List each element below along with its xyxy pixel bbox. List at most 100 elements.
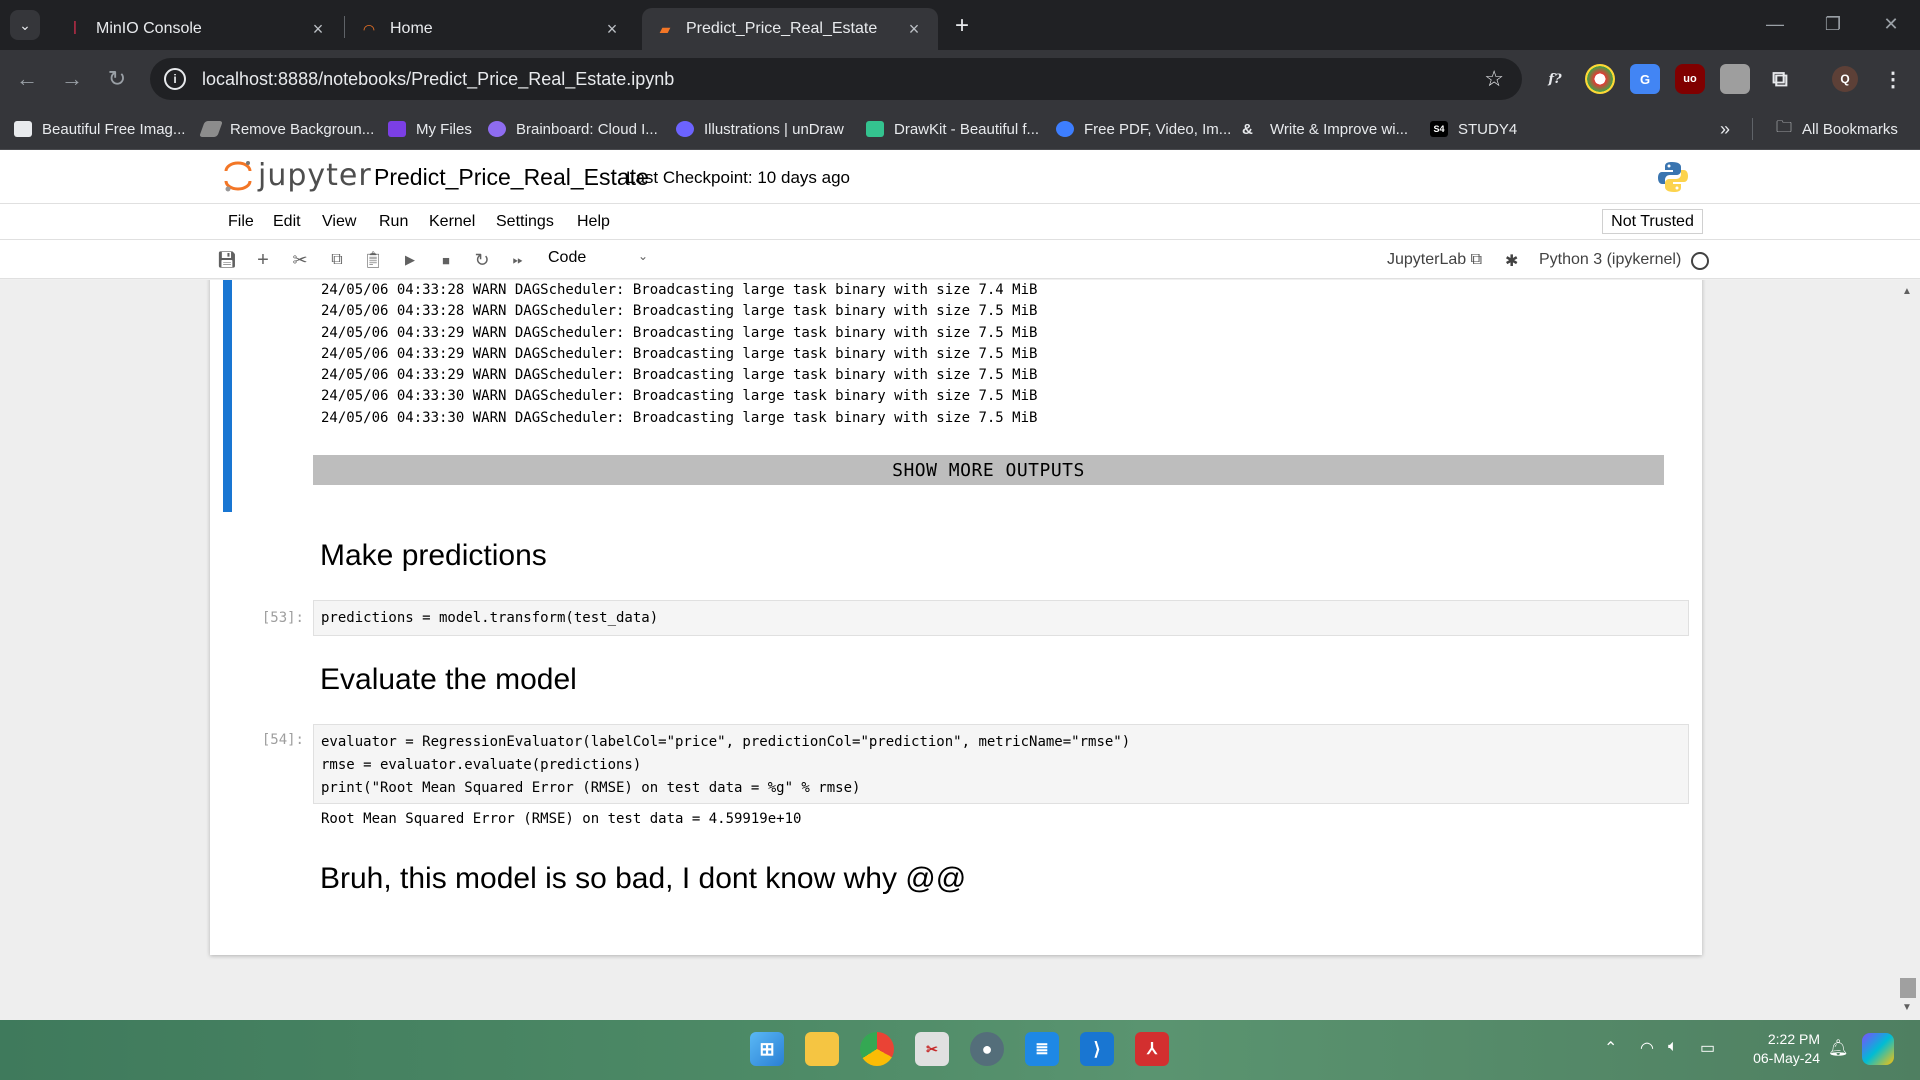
code-cell-53[interactable]: predictions = model.transform(test_data) — [313, 600, 1689, 636]
restart-icon[interactable]: ↻ — [471, 249, 493, 271]
output-line: 24/05/06 04:33:29 WARN DAGScheduler: Bro… — [321, 345, 1038, 362]
menu-file[interactable]: File — [228, 213, 254, 231]
snipping-tool-icon[interactable]: ✂ — [915, 1032, 949, 1066]
restart-run-all-icon[interactable]: ⏩︎ — [507, 249, 529, 271]
windows-start-icon[interactable]: ⊞ — [750, 1032, 784, 1066]
bookmark-item[interactable]: S4 STUDY4 — [1430, 118, 1517, 140]
notebook-title[interactable]: Predict_Price_Real_Estate — [374, 164, 649, 191]
google-translate-icon[interactable]: G — [1630, 64, 1660, 94]
acrobat-icon[interactable]: ⅄ — [1135, 1032, 1169, 1066]
bookmark-item[interactable]: Illustrations | unDraw — [676, 118, 844, 140]
profile-avatar[interactable]: Q — [1832, 66, 1858, 92]
copilot-icon[interactable] — [1862, 1033, 1894, 1065]
tab-predict-price[interactable]: ▰ Predict_Price_Real_Estate × — [642, 8, 938, 50]
battery-icon[interactable]: ▭ — [1700, 1038, 1715, 1058]
obs-icon[interactable]: ● — [970, 1032, 1004, 1066]
show-more-outputs-button[interactable]: SHOW MORE OUTPUTS — [313, 455, 1664, 485]
scroll-up-arrow-icon[interactable]: ▲ — [1902, 286, 1912, 297]
tab-separator — [344, 16, 345, 38]
cut-icon[interactable]: ✂ — [289, 249, 311, 271]
menu-settings[interactable]: Settings — [496, 213, 554, 231]
scroll-down-arrow-icon[interactable]: ▼ — [1902, 1002, 1912, 1013]
more-bookmarks-icon[interactable]: » — [1720, 118, 1730, 140]
cell-type-select[interactable]: Code ⌄ — [548, 249, 648, 267]
more-menu-icon[interactable]: ⋮ — [1878, 64, 1908, 94]
tab-minio-console[interactable]: ꟾ MinIO Console × — [52, 8, 342, 50]
all-bookmarks-button[interactable]: 🗀 All Bookmarks — [1776, 118, 1898, 140]
bookmark-label: STUDY4 — [1458, 120, 1518, 138]
file-explorer-icon[interactable] — [805, 1032, 839, 1066]
jupyter-logo[interactable]: jupyter — [224, 158, 372, 193]
minimize-icon[interactable]: — — [1752, 8, 1798, 40]
bookmark-label: Free PDF, Video, Im... — [1084, 120, 1232, 138]
extensions-puzzle-icon[interactable]: ⧉ — [1765, 64, 1795, 94]
menu-kernel[interactable]: Kernel — [429, 213, 475, 231]
menu-help[interactable]: Help — [577, 213, 610, 231]
bookmark-item[interactable]: Beautiful Free Imag... — [14, 118, 185, 140]
tab-search-button[interactable]: ⌄ — [10, 10, 40, 40]
close-icon[interactable]: × — [308, 19, 328, 40]
bookmark-item[interactable]: Free PDF, Video, Im... — [1056, 118, 1231, 140]
jupyterlab-label: JupyterLab — [1387, 251, 1467, 268]
menu-view[interactable]: View — [322, 213, 356, 231]
notification-bell-icon[interactable]: 🔔︎ — [1828, 1038, 1848, 1058]
external-link-icon: ⧉ — [1470, 251, 1483, 268]
bookmark-item[interactable]: DrawKit - Beautiful f... — [866, 118, 1039, 140]
bookmark-label: Beautiful Free Imag... — [42, 120, 186, 138]
bookmark-item[interactable]: Remove Backgroun... — [199, 118, 375, 140]
back-icon[interactable]: ← — [10, 62, 44, 96]
menu-edit[interactable]: Edit — [273, 213, 301, 231]
close-icon[interactable]: × — [602, 19, 622, 40]
notebook-scroll-area[interactable]: 24/05/06 04:33:28 WARN DAGScheduler: Bro… — [0, 280, 1920, 1020]
bookmark-label: Remove Backgroun... — [230, 120, 375, 138]
menu-run[interactable]: Run — [379, 213, 408, 231]
unsplash-icon — [14, 121, 32, 137]
bookmark-item[interactable]: Brainboard: Cloud I... — [488, 118, 658, 140]
url-text[interactable]: localhost:8888/notebooks/Predict_Price_R… — [202, 69, 674, 90]
bookmark-item[interactable]: & Write & Improve wi... — [1242, 118, 1408, 140]
close-icon[interactable]: × — [904, 19, 924, 40]
undraw-icon — [676, 121, 694, 137]
new-tab-button[interactable]: + — [948, 12, 976, 40]
cell-stream-output: 24/05/06 04:33:28 WARN DAGScheduler: Bro… — [321, 280, 1037, 429]
bookmark-star-icon[interactable]: ☆ — [1484, 66, 1504, 92]
brainboard-icon — [488, 121, 506, 137]
tab-home[interactable]: ◠ Home × — [346, 8, 636, 50]
site-info-icon[interactable]: i — [164, 68, 186, 90]
forward-icon[interactable]: → — [55, 62, 89, 96]
minio-icon: ꟾ — [72, 20, 78, 37]
volume-icon[interactable]: 🔈︎ — [1668, 1038, 1678, 1056]
reload-icon[interactable]: ↻ — [100, 62, 134, 96]
chrome-icon[interactable] — [860, 1032, 894, 1066]
tray-overflow-icon[interactable]: ⌃ — [1604, 1038, 1617, 1058]
fx-extension-icon[interactable]: f? — [1540, 64, 1570, 94]
copy-icon[interactable]: ⧉ — [326, 249, 348, 271]
bookmark-label: Illustrations | unDraw — [704, 120, 844, 138]
add-cell-icon[interactable]: + — [252, 249, 274, 271]
bookmark-item[interactable]: My Files — [388, 118, 472, 140]
all-bookmarks-label: All Bookmarks — [1802, 120, 1898, 138]
notepad-icon[interactable]: ≣ — [1025, 1032, 1059, 1066]
color-picker-extension-icon[interactable] — [1585, 64, 1615, 94]
jupyterlab-link[interactable]: JupyterLab ⧉ — [1387, 251, 1482, 269]
bookmark-label: DrawKit - Beautiful f... — [894, 120, 1040, 138]
debugger-bug-icon[interactable]: ✱ — [1505, 251, 1518, 271]
system-clock[interactable]: 2:22 PM 06-May-24 — [1740, 1030, 1820, 1068]
scrollbar-thumb[interactable] — [1900, 978, 1916, 998]
ublock-origin-icon[interactable]: uo — [1675, 64, 1705, 94]
vscode-icon[interactable]: ⟩ — [1080, 1032, 1114, 1066]
close-window-icon[interactable]: ✕ — [1868, 8, 1914, 40]
save-icon[interactable]: 💾︎ — [216, 249, 238, 271]
paste-icon[interactable]: 📋︎ — [362, 249, 384, 271]
stop-icon[interactable]: ■ — [435, 249, 457, 271]
restore-icon[interactable]: ❐ — [1810, 8, 1856, 40]
code-cell-54[interactable]: evaluator = RegressionEvaluator(labelCol… — [313, 724, 1689, 804]
last-checkpoint: Last Checkpoint: 10 days ago — [626, 168, 850, 187]
extension-generic-icon[interactable] — [1720, 64, 1750, 94]
trust-status-button[interactable]: Not Trusted — [1602, 209, 1703, 234]
kernel-name[interactable]: Python 3 (ipykernel) — [1539, 251, 1681, 269]
jupyter-logo-text: jupyter — [258, 158, 372, 193]
wifi-icon[interactable]: ◠ — [1640, 1038, 1654, 1058]
address-bar[interactable]: i localhost:8888/notebooks/Predict_Price… — [150, 58, 1522, 100]
run-icon[interactable]: ▶ — [399, 249, 421, 271]
